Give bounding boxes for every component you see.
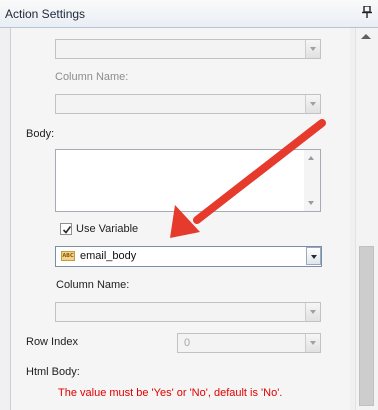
annotation-arrow-icon — [170, 119, 326, 238]
